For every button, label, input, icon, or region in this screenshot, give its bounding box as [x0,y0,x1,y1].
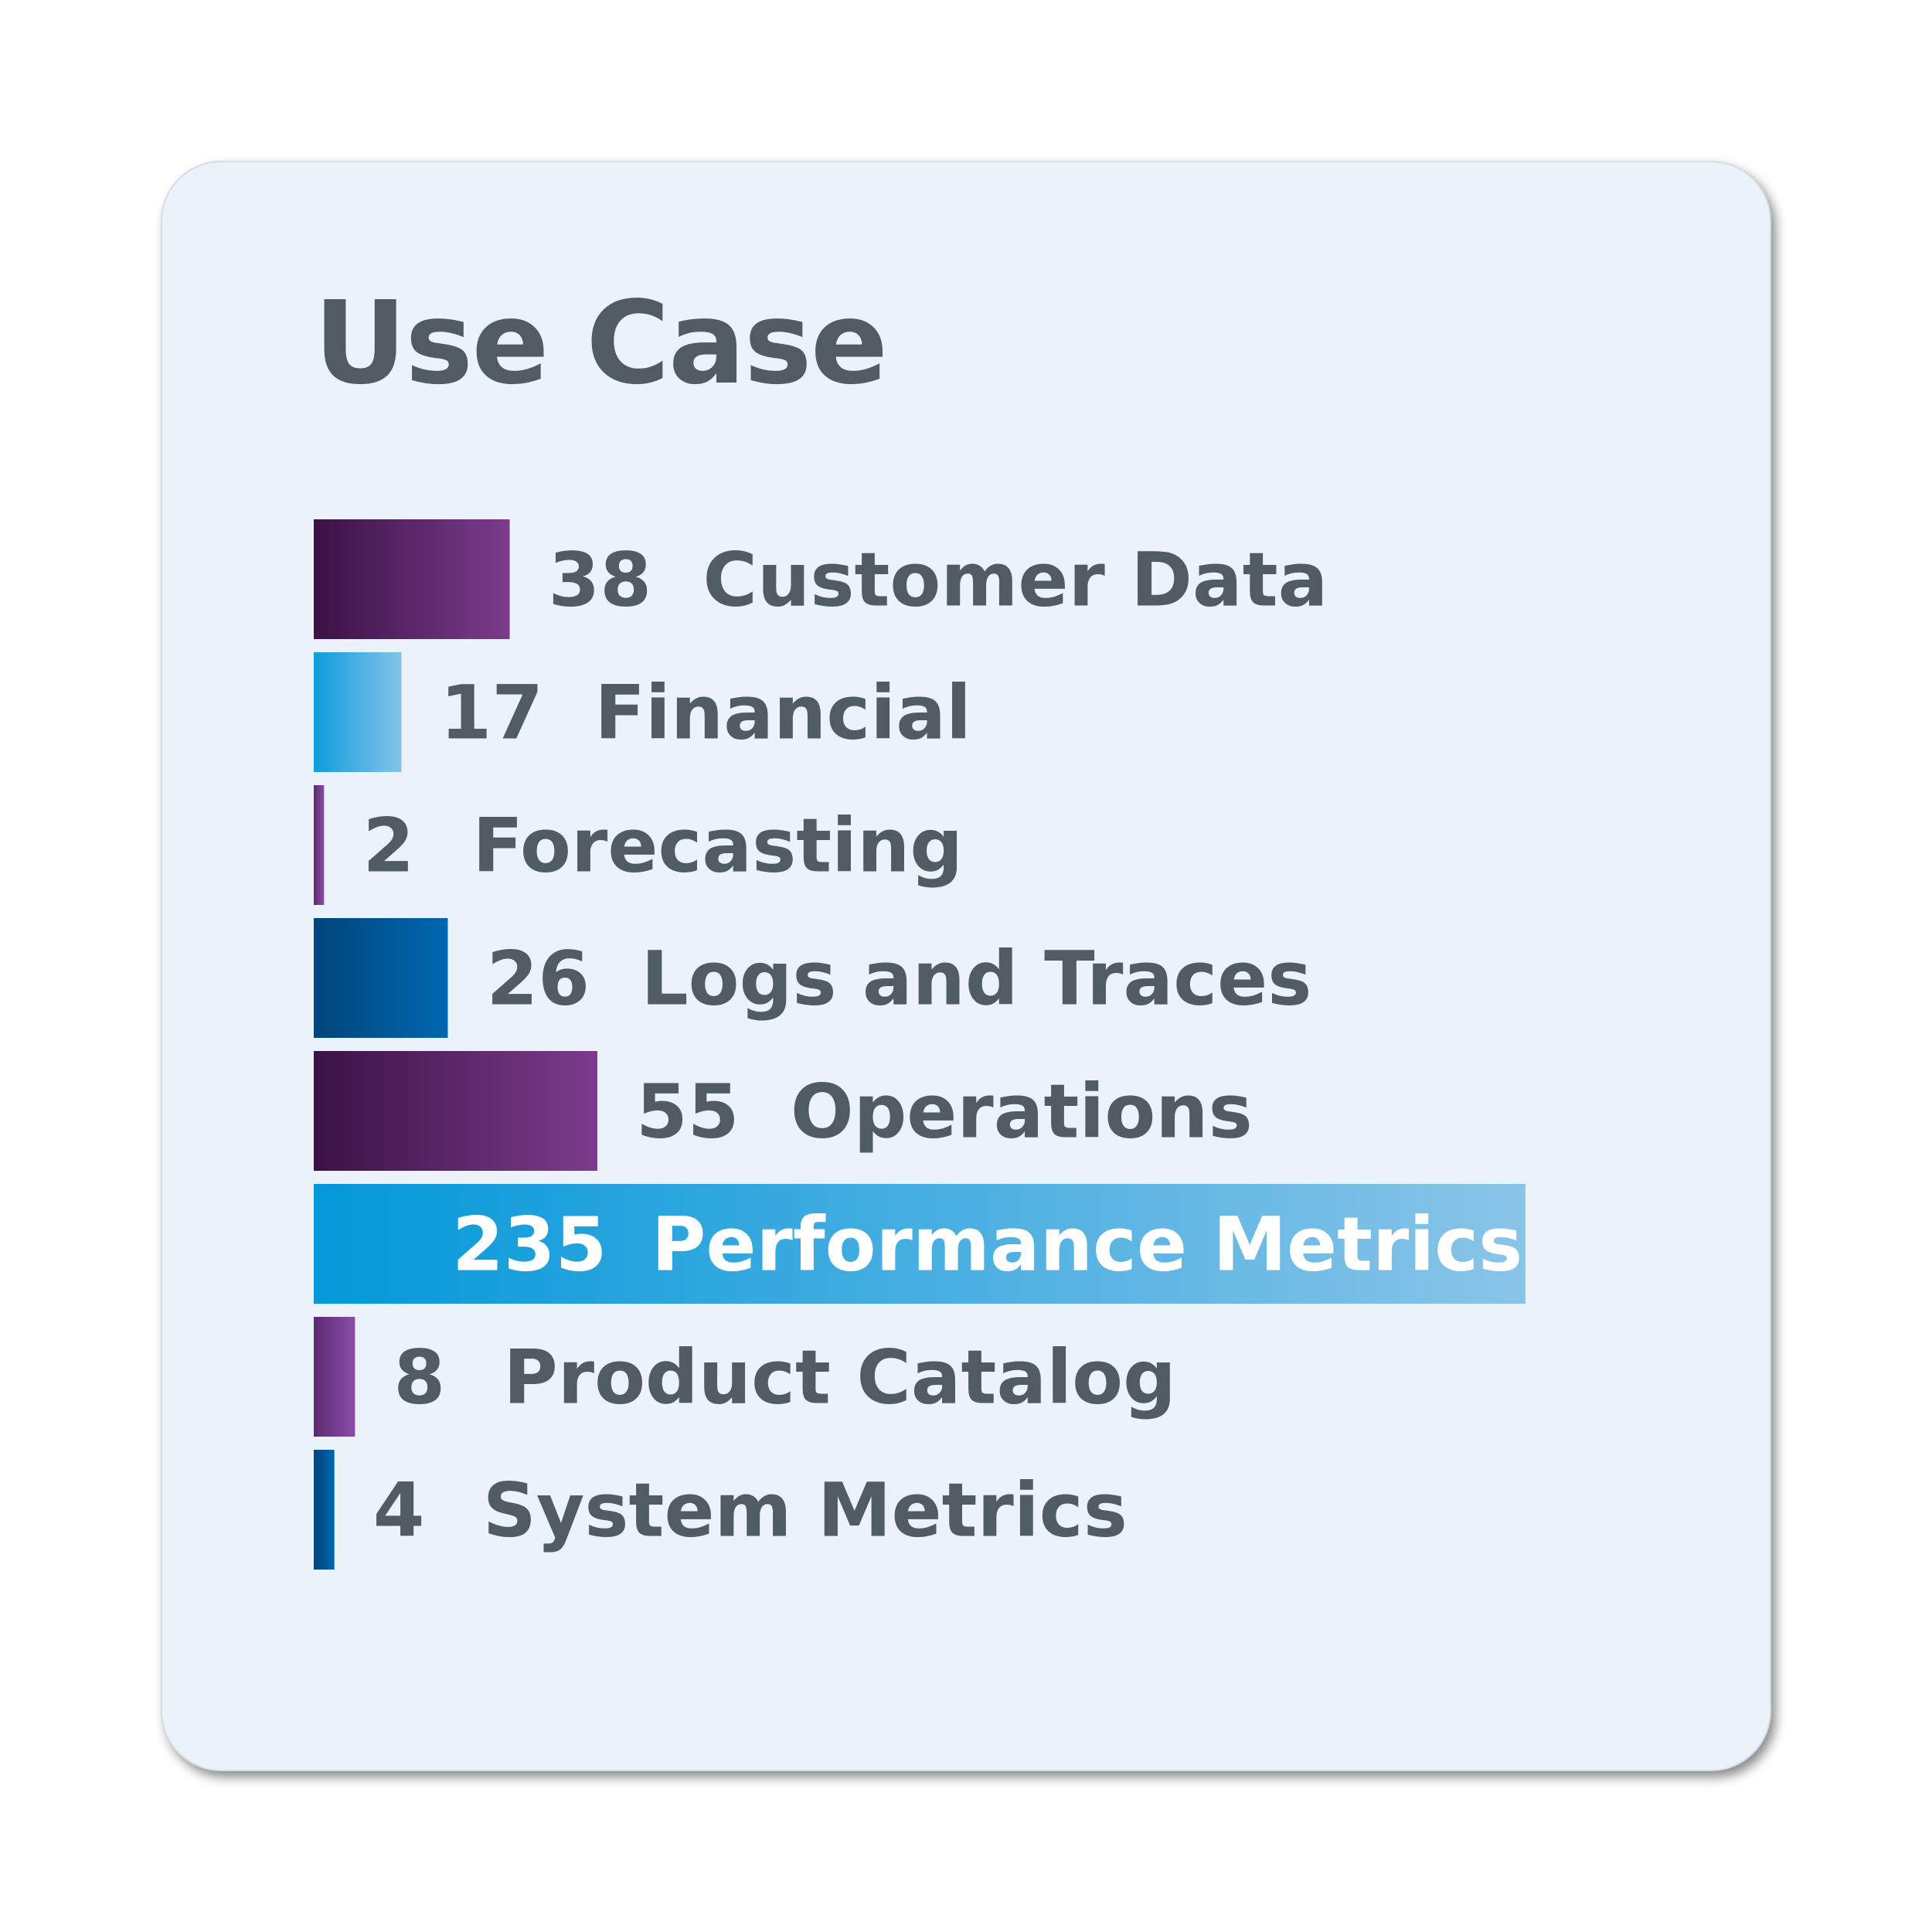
category-label: Forecasting [472,803,963,889]
bar-operations [314,1051,597,1171]
value-label: 4 [373,1468,425,1554]
value-label: 26 [486,936,590,1022]
value-label: 2 [362,803,414,889]
value-label: 8 [393,1335,445,1421]
labels-layer: 38 Customer Data 17 Financial 2 Forecasting 26… [362,537,1522,1554]
category-label: Customer Data [703,537,1328,624]
bar-system-metrics [314,1450,335,1570]
category-label: Operations [791,1069,1253,1155]
category-label: System Metrics [483,1468,1128,1554]
category-label: Performance Metrics [651,1202,1522,1288]
bar-logs-and-traces [314,918,448,1038]
bar-financial [314,652,402,772]
value-label: 55 [636,1069,740,1155]
category-label: Logs and Traces [641,936,1311,1022]
value-label: 235 [452,1202,607,1288]
value-label: 38 [549,537,652,624]
value-label: 17 [440,670,543,757]
bar-forecasting [314,785,325,905]
category-label: Financial [594,670,971,757]
bar-customer-data [314,519,510,639]
bar-chart: 38 Customer Data 17 Financial 2 Forecasting 26… [314,519,1526,1570]
category-label: Product Catalog [503,1335,1175,1421]
bar-product-catalog [314,1317,355,1437]
